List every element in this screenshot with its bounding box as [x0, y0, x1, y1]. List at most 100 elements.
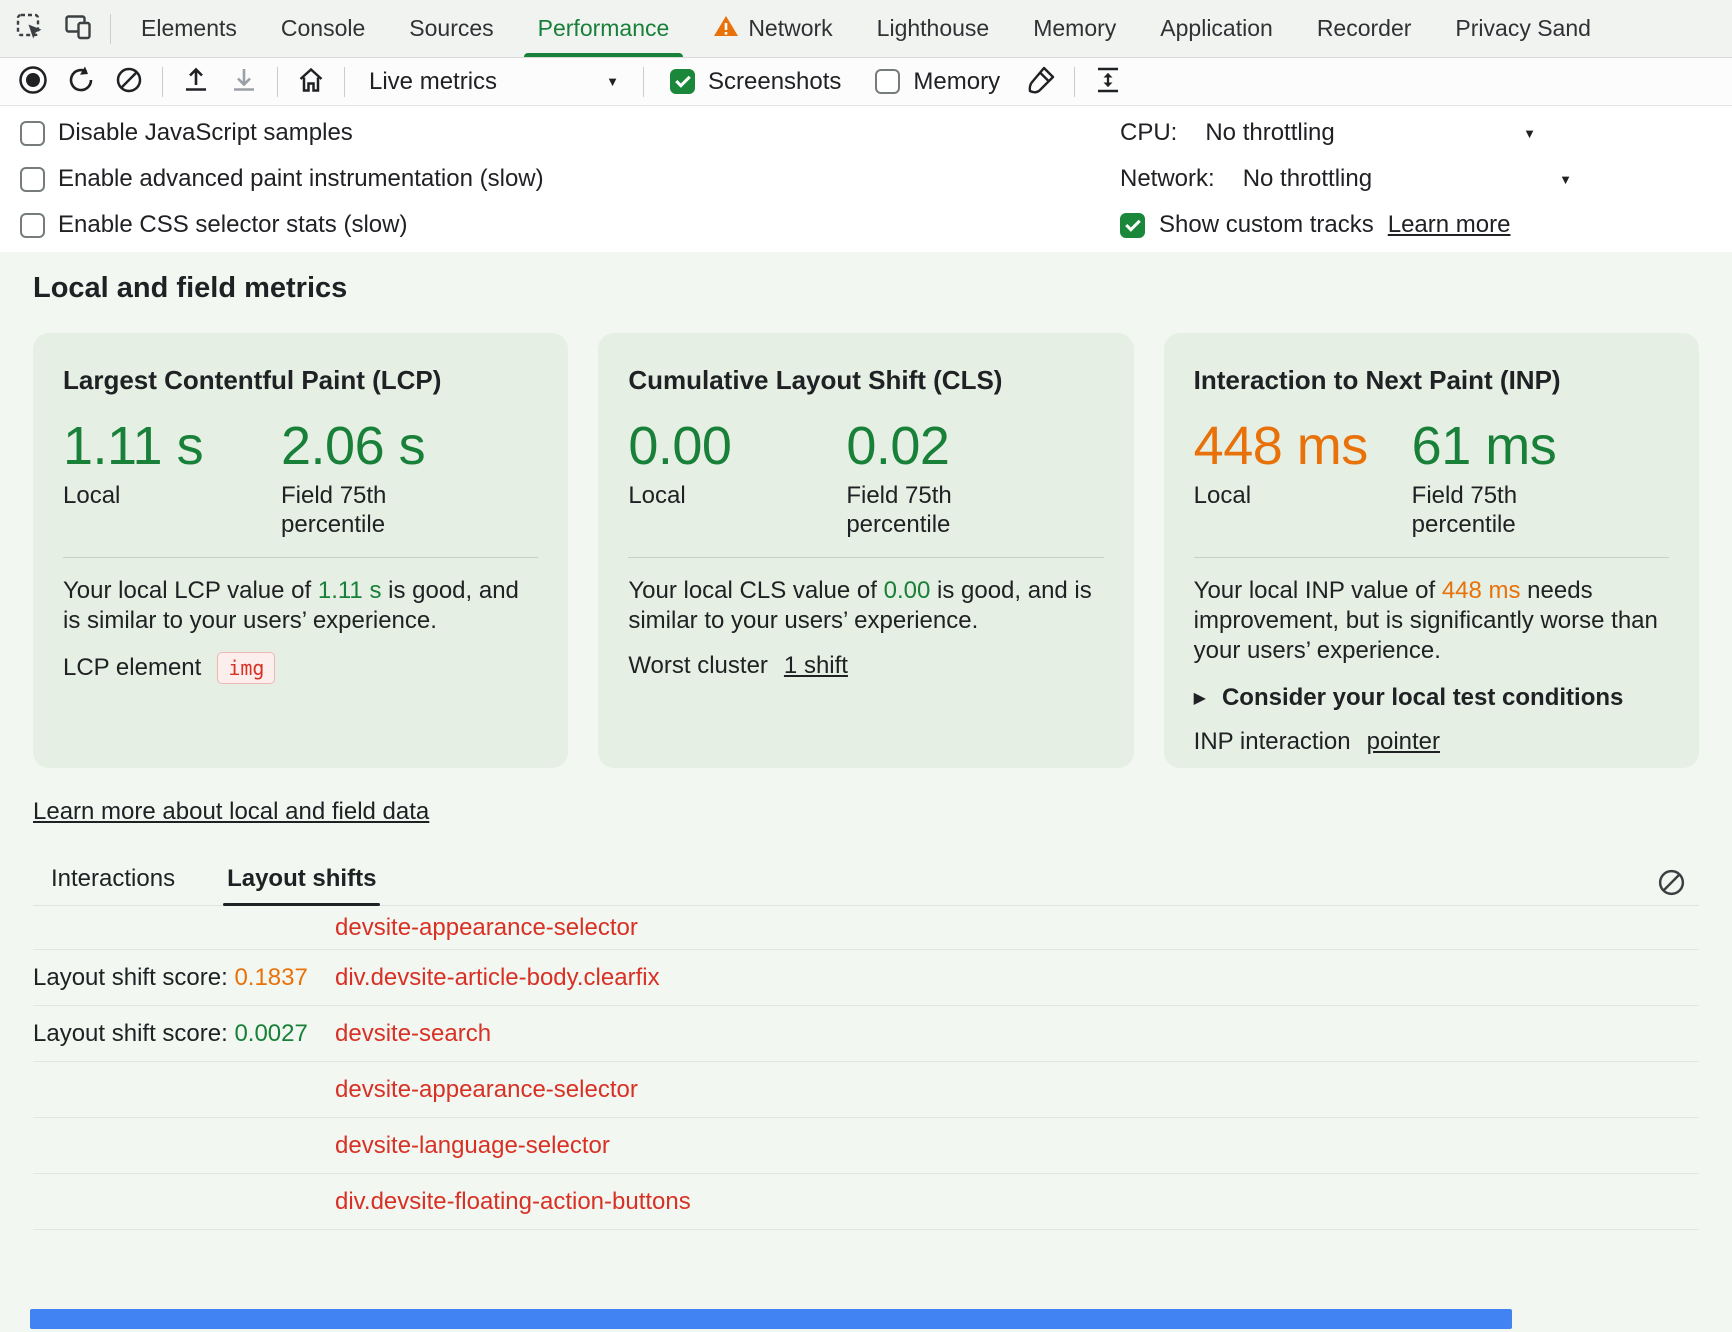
network-throttling-select[interactable]: Network: No throttling ▼: [1120, 156, 1732, 202]
toolbar-separator: [110, 14, 111, 44]
lcp-element-node-badge[interactable]: img: [217, 652, 275, 684]
tab-lighthouse[interactable]: Lighthouse: [855, 0, 1012, 57]
inp-card-title: Interaction to Next Paint (INP): [1194, 365, 1669, 396]
screenshots-checkbox[interactable]: Screenshots: [670, 68, 841, 96]
score-label: Layout shift score:: [33, 964, 234, 991]
chevron-down-icon: ▼: [606, 74, 619, 89]
collapse-vertical-icon: [1093, 65, 1123, 98]
lcp-local-value-col: 1.11 s Local: [63, 418, 281, 539]
shifted-element-link[interactable]: devsite-search: [335, 1020, 491, 1048]
layout-shift-row: div.devsite-floating-action-buttons: [33, 1174, 1699, 1230]
field-data-learn-more-link[interactable]: Learn more about local and field data: [33, 798, 429, 826]
save-profile-button[interactable]: [221, 61, 267, 103]
show-custom-tracks-checkbox[interactable]: [1120, 213, 1145, 238]
tab-memory[interactable]: Memory: [1011, 0, 1138, 57]
toolbar-separator: [277, 67, 278, 97]
local-test-conditions-expander[interactable]: ▶ Consider your local test conditions: [1194, 684, 1669, 712]
inspect-element-button[interactable]: [6, 0, 54, 57]
disable-js-samples-label: Disable JavaScript samples: [58, 119, 353, 147]
layout-shift-rows: devsite-appearance-selector Layout shift…: [33, 906, 1699, 1230]
local-label: Local: [1194, 481, 1354, 510]
tab-performance[interactable]: Performance: [516, 0, 692, 57]
home-icon: [296, 65, 326, 98]
cpu-label: CPU:: [1120, 119, 1177, 147]
tab-layout-shifts[interactable]: Layout shifts: [223, 865, 380, 905]
inp-local-value: 448 ms: [1194, 418, 1412, 475]
css-selector-stats-checkbox-box: [20, 213, 45, 238]
desc-value: 1.11 s: [318, 577, 382, 604]
brush-icon: [1026, 65, 1056, 98]
panel-layout-button[interactable]: [1085, 61, 1131, 103]
inp-field-value: 61 ms: [1412, 418, 1630, 475]
layout-shift-row: devsite-appearance-selector: [33, 1062, 1699, 1118]
tab-recorder[interactable]: Recorder: [1295, 0, 1434, 57]
inp-footer: INP interaction pointer: [1194, 728, 1669, 756]
layout-shift-row: devsite-language-selector: [33, 1118, 1699, 1174]
custom-tracks-learn-more-link[interactable]: Learn more: [1388, 211, 1511, 239]
cpu-throttling-select[interactable]: CPU: No throttling ▼: [1120, 110, 1732, 156]
home-button[interactable]: [288, 61, 334, 103]
tab-network[interactable]: Network: [691, 0, 854, 57]
memory-checkbox[interactable]: Memory: [875, 68, 1000, 96]
live-metrics-label: Live metrics: [369, 68, 497, 96]
live-metrics-dropdown[interactable]: Live metrics ▼: [355, 62, 633, 102]
reload-icon: [66, 65, 96, 98]
disable-js-samples-checkbox-box: [20, 121, 45, 146]
logs-section: Interactions Layout shifts devsite-appea…: [33, 862, 1699, 1230]
tab-label: Lighthouse: [877, 15, 990, 42]
section-heading: Local and field metrics: [33, 272, 1699, 305]
field-label: Field 75th percentile: [846, 481, 1006, 540]
tab-console[interactable]: Console: [259, 0, 387, 57]
lcp-values: 1.11 s Local 2.06 s Field 75th percentil…: [63, 418, 538, 539]
shifted-element-link[interactable]: devsite-appearance-selector: [335, 914, 638, 942]
tab-label: Console: [281, 15, 365, 42]
desc-value: 0.00: [884, 577, 931, 604]
clear-logs-button[interactable]: [1649, 864, 1693, 904]
devtools-window: Elements Console Sources Performance Net…: [0, 0, 1732, 1332]
gc-button[interactable]: [1018, 61, 1064, 103]
field-label: Field 75th percentile: [281, 481, 441, 540]
lcp-field-value: 2.06 s: [281, 418, 499, 475]
lcp-local-value: 1.11 s: [63, 418, 281, 475]
tab-elements[interactable]: Elements: [119, 0, 259, 57]
inp-values: 448 ms Local 61 ms Field 75th percentile: [1194, 418, 1669, 539]
worst-cluster-link[interactable]: 1 shift: [784, 652, 848, 680]
local-label: Local: [628, 481, 788, 510]
bottom-blue-bar: [30, 1309, 1512, 1329]
settings-right-column: CPU: No throttling ▼ Network: No throttl…: [1120, 110, 1732, 248]
shifted-element-link[interactable]: devsite-language-selector: [335, 1132, 610, 1160]
device-toolbar-icon: [63, 12, 93, 45]
shifted-element-link[interactable]: devsite-appearance-selector: [335, 1076, 638, 1104]
desc-text: Your local CLS value of: [628, 577, 883, 604]
cls-description: Your local CLS value of 0.00 is good, an…: [628, 576, 1103, 636]
load-profile-button[interactable]: [173, 61, 219, 103]
cls-values: 0.00 Local 0.02 Field 75th percentile: [628, 418, 1103, 539]
tab-sources[interactable]: Sources: [387, 0, 515, 57]
network-label: Network:: [1120, 165, 1215, 193]
layout-shift-row: Layout shift score: 0.0027 devsite-searc…: [33, 1006, 1699, 1062]
show-custom-tracks-row: Show custom tracks Learn more: [1120, 202, 1732, 248]
cls-footer: Worst cluster 1 shift: [628, 652, 1103, 680]
score-label: Layout shift score:: [33, 1020, 234, 1047]
tab-privacy-sandbox[interactable]: Privacy Sand: [1433, 0, 1613, 57]
clear-icon: [1656, 867, 1687, 901]
tab-label: Elements: [141, 15, 237, 42]
record-and-reload-button[interactable]: [58, 61, 104, 103]
tab-interactions[interactable]: Interactions: [47, 865, 179, 905]
tab-label: Sources: [409, 15, 493, 42]
device-toolbar-button[interactable]: [54, 0, 102, 57]
chevron-down-icon: ▼: [1559, 172, 1572, 187]
shifted-element-link[interactable]: div.devsite-article-body.clearfix: [335, 964, 660, 992]
cls-card-title: Cumulative Layout Shift (CLS): [628, 365, 1103, 396]
inp-interaction-link[interactable]: pointer: [1367, 728, 1440, 756]
clear-button[interactable]: [106, 61, 152, 103]
layout-shift-row: Layout shift score: 0.1837 div.devsite-a…: [33, 950, 1699, 1006]
show-custom-tracks-label: Show custom tracks: [1159, 211, 1374, 239]
tab-application[interactable]: Application: [1138, 0, 1295, 57]
shifted-element-link[interactable]: div.devsite-floating-action-buttons: [335, 1188, 691, 1216]
record-button[interactable]: [10, 61, 56, 103]
tab-label: Application: [1160, 15, 1273, 42]
tab-label: Network: [748, 15, 832, 42]
local-label: Local: [63, 481, 223, 510]
devtools-tabbar: Elements Console Sources Performance Net…: [0, 0, 1732, 58]
